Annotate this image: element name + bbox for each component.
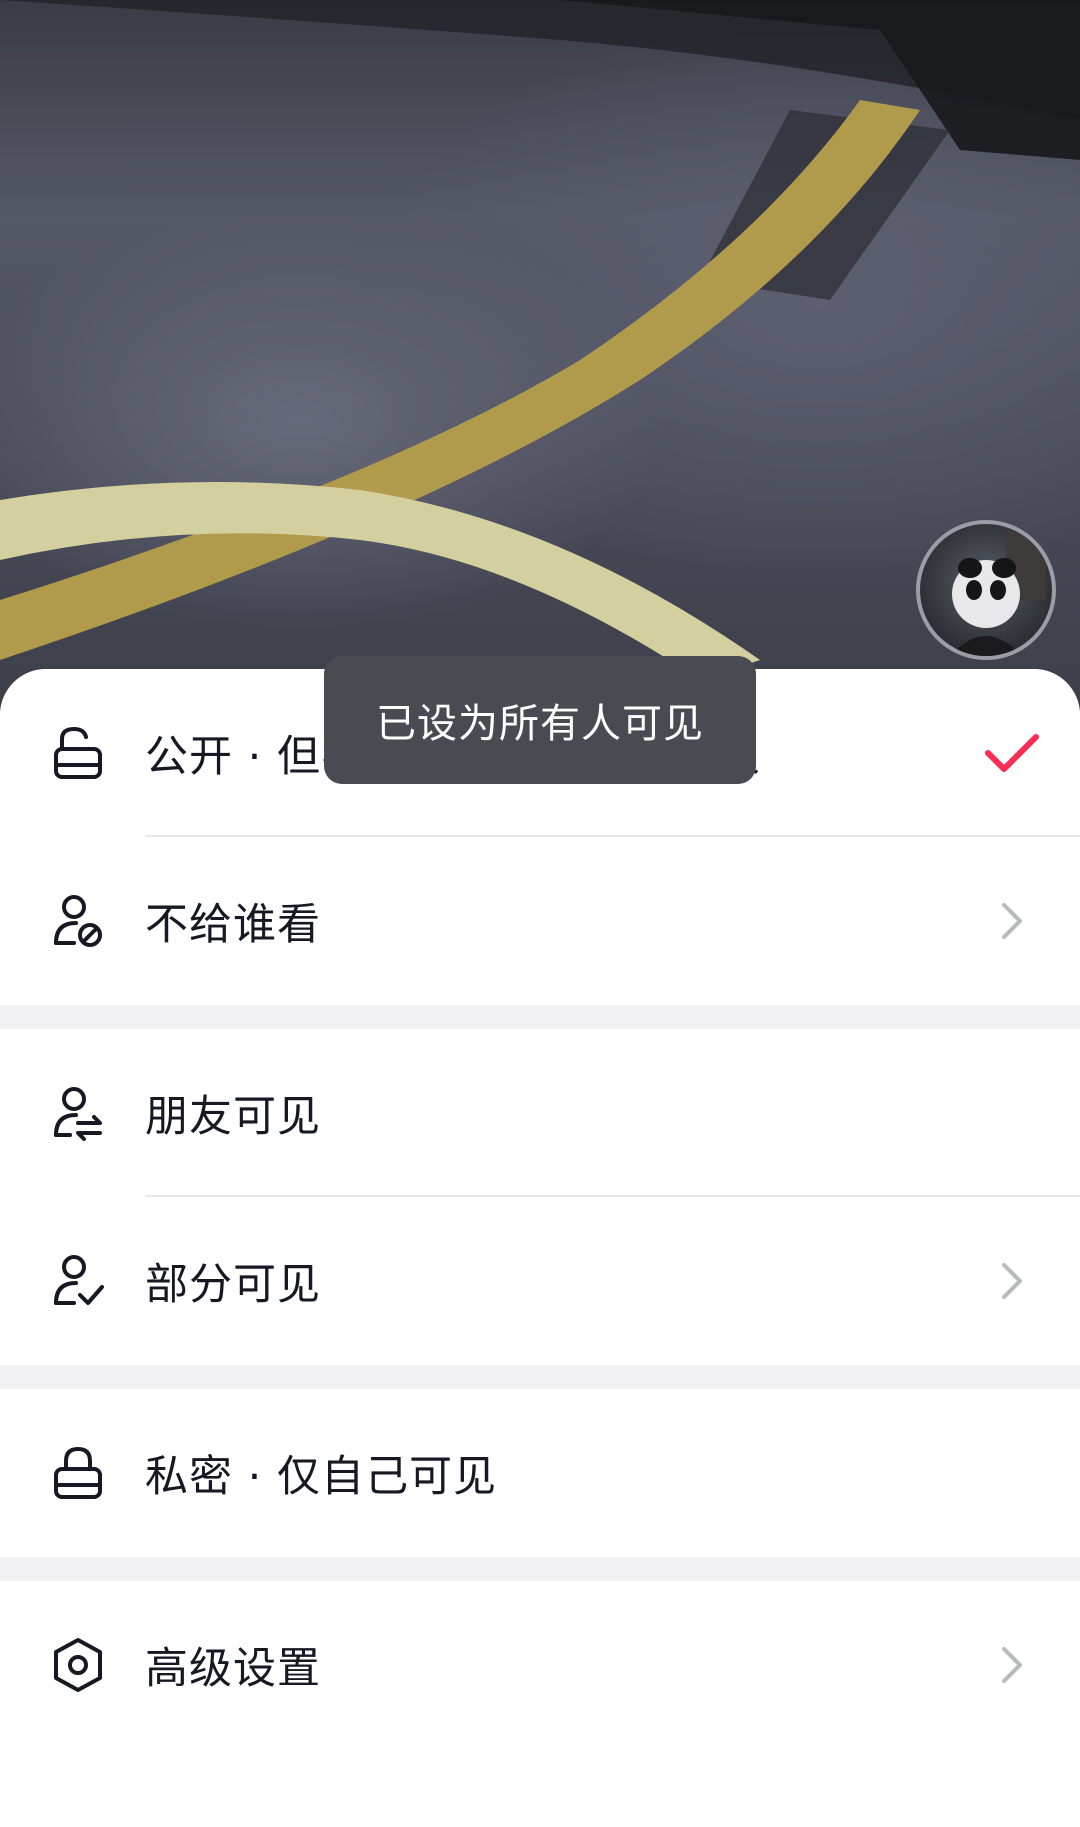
visibility-sheet: 公开 · 但不推荐给可能认识的人 不给谁看 xyxy=(0,669,1080,1827)
option-partial[interactable]: 部分可见 xyxy=(0,1197,1080,1365)
checkmark-icon xyxy=(984,725,1040,781)
option-advanced-label: 高级设置 xyxy=(145,1644,321,1694)
video-frame-art xyxy=(0,0,1080,680)
option-hide-from-label: 不给谁看 xyxy=(145,900,321,950)
user-check-icon xyxy=(52,1253,104,1309)
chevron-right-icon xyxy=(984,893,1040,949)
option-partial-label: 部分可见 xyxy=(145,1260,321,1310)
hexagon-settings-icon xyxy=(52,1637,104,1693)
chevron-right-icon xyxy=(984,1637,1040,1693)
video-preview xyxy=(0,0,1080,720)
creator-avatar[interactable] xyxy=(916,520,1056,660)
toast-message: 已设为所有人可见 xyxy=(324,656,756,784)
option-private[interactable]: 私密 · 仅自己可见 xyxy=(0,1389,1080,1557)
private-section: 私密 · 仅自己可见 xyxy=(0,1389,1080,1557)
user-exchange-icon xyxy=(52,1085,104,1141)
user-blocked-icon xyxy=(52,893,104,949)
chevron-right-icon xyxy=(984,1253,1040,1309)
option-private-label: 私密 · 仅自己可见 xyxy=(145,1452,498,1502)
friends-section: 朋友可见 部分可见 xyxy=(0,1029,1080,1365)
panda-avatar-icon xyxy=(950,530,1046,656)
section-gap xyxy=(0,1005,1080,1029)
option-hide-from[interactable]: 不给谁看 xyxy=(0,837,1080,1005)
section-gap xyxy=(0,1557,1080,1581)
advanced-section: 高级设置 xyxy=(0,1581,1080,1749)
lock-icon xyxy=(52,1445,104,1501)
unlock-icon xyxy=(52,725,104,781)
section-gap xyxy=(0,1365,1080,1389)
option-friends-label: 朋友可见 xyxy=(145,1092,321,1142)
option-advanced[interactable]: 高级设置 xyxy=(0,1581,1080,1749)
option-friends[interactable]: 朋友可见 xyxy=(0,1029,1080,1197)
